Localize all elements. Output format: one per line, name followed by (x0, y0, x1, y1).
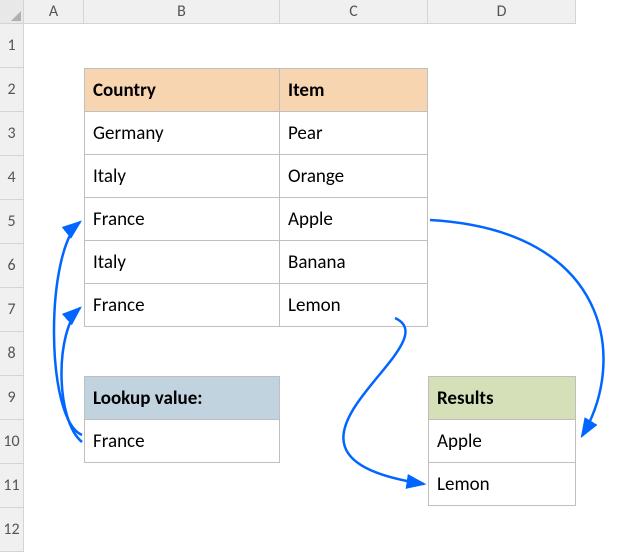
lookup-label[interactable]: Lookup value: (84, 376, 280, 420)
row-header-4[interactable]: 4 (0, 156, 24, 200)
cell-item-1[interactable]: Pear (279, 111, 428, 155)
lookup-value[interactable]: France (84, 419, 280, 463)
cell-item-4[interactable]: Banana (279, 240, 428, 284)
col-header-A[interactable]: A (24, 0, 84, 24)
cell-country-3[interactable]: France (84, 197, 280, 241)
arrow-c7-to-result2 (343, 318, 424, 484)
result-1[interactable]: Apple (428, 419, 576, 463)
row-header-8[interactable]: 8 (0, 332, 24, 376)
row-header-10[interactable]: 10 (0, 420, 24, 464)
cell-country-2[interactable]: Italy (84, 154, 280, 198)
cell-country-4[interactable]: Italy (84, 240, 280, 284)
cell-item-2[interactable]: Orange (279, 154, 428, 198)
col-header-D[interactable]: D (428, 0, 576, 24)
row-header-7[interactable]: 7 (0, 288, 24, 332)
row-header-12[interactable]: 12 (0, 508, 24, 552)
col-header-B[interactable]: B (84, 0, 280, 24)
row-header-6[interactable]: 6 (0, 244, 24, 288)
results-label[interactable]: Results (428, 376, 576, 420)
result-2[interactable]: Lemon (428, 462, 576, 506)
arrow-lookup-to-b5 (54, 222, 82, 435)
row-header-11[interactable]: 11 (0, 464, 24, 508)
cell-country-1[interactable]: Germany (84, 111, 280, 155)
row-header-2[interactable]: 2 (0, 68, 24, 112)
select-all-corner[interactable] (0, 0, 24, 24)
header-item[interactable]: Item (279, 68, 428, 112)
cell-item-3[interactable]: Apple (279, 197, 428, 241)
row-header-5[interactable]: 5 (0, 200, 24, 244)
header-country[interactable]: Country (84, 68, 280, 112)
arrow-lookup-to-b7 (61, 308, 82, 442)
col-header-C[interactable]: C (280, 0, 428, 24)
row-header-1[interactable]: 1 (0, 24, 24, 68)
row-header-3[interactable]: 3 (0, 112, 24, 156)
spreadsheet: A B C D 1 2 3 4 5 6 7 8 9 10 11 12 Count… (0, 0, 641, 553)
cell-country-5[interactable]: France (84, 283, 280, 327)
row-header-9[interactable]: 9 (0, 376, 24, 420)
cell-item-5[interactable]: Lemon (279, 283, 428, 327)
